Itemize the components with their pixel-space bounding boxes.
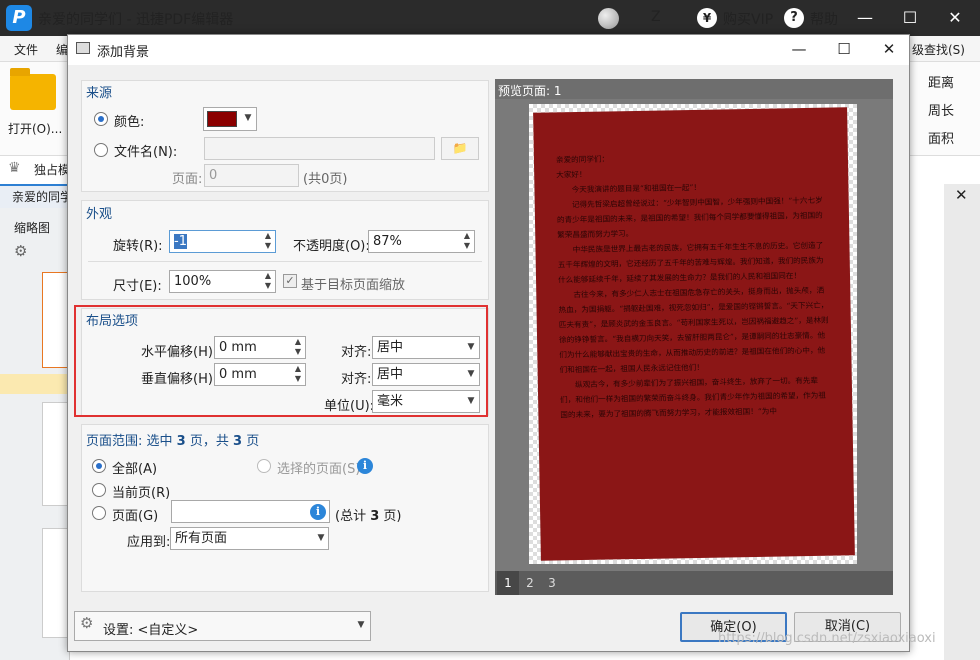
menu-file[interactable]: 文件: [14, 41, 38, 58]
preview-page-text: 亲爱的同学们： 大家好！ 今天我演讲的题目是“和祖国在一起”！ 记得先哲梁启超曾…: [556, 148, 831, 423]
file-name-label: 文件名(N):: [114, 145, 178, 160]
panel-close-icon[interactable]: ✕: [955, 186, 968, 204]
apply-to-select[interactable]: 所有页面: [170, 527, 329, 550]
size-stepper[interactable]: ▲ ▼: [261, 271, 275, 292]
thumbnail-selection: [0, 374, 70, 394]
current-page-label: 当前页(R): [112, 486, 171, 501]
chevron-down-icon: ▼: [357, 620, 365, 630]
file-name-field[interactable]: [204, 137, 435, 160]
help-icon[interactable]: ?: [784, 8, 804, 28]
opacity-field[interactable]: 87%: [368, 230, 475, 253]
rotation-label: 旋转(R):: [113, 239, 163, 254]
crown-icon: ♛: [8, 160, 21, 176]
dialog-close-icon[interactable]: ✕: [876, 37, 902, 61]
help-link[interactable]: 帮助: [810, 9, 838, 29]
page-list-total: (总计 3 页): [335, 509, 402, 524]
user-name[interactable]: Z: [651, 9, 661, 25]
rotation-stepper[interactable]: ▲ ▼: [261, 231, 275, 252]
opacity-label: 不透明度(O):: [293, 239, 370, 254]
dialog-title-bar: [68, 35, 909, 65]
minimize-icon[interactable]: —: [853, 6, 877, 30]
document-tab-label: 亲爱的同学: [12, 190, 73, 204]
area-tool[interactable]: 面积: [928, 128, 954, 147]
preview-title: 预览页面: 1: [498, 84, 562, 98]
dialog-minimize-icon[interactable]: —: [786, 37, 812, 61]
preview-paragraph: 记得先哲梁启超曾经说过：“少年智则中国智，少年强则中国强！”十六七岁的青少年是祖…: [556, 195, 823, 240]
size-label: 尺寸(E):: [113, 279, 162, 294]
close-icon[interactable]: ✕: [943, 6, 967, 30]
open-button[interactable]: 打开(O)...: [8, 120, 62, 137]
perimeter-tool[interactable]: 周长: [928, 100, 954, 119]
dialog-icon: [76, 42, 90, 54]
info-icon[interactable]: i: [310, 504, 326, 520]
exclusive-mode-label[interactable]: 独占模: [34, 161, 70, 178]
maximize-icon[interactable]: ☐: [898, 6, 922, 30]
opacity-stepper[interactable]: ▲ ▼: [460, 231, 474, 252]
source-page-field[interactable]: 0: [204, 164, 299, 187]
thumbnail-title: 缩略图: [14, 221, 51, 235]
gear-icon[interactable]: ⚙: [14, 242, 27, 260]
apply-to-label: 应用到:: [127, 535, 171, 550]
info-icon[interactable]: i: [357, 458, 373, 474]
scale-checkbox[interactable]: ✓: [283, 274, 297, 288]
preview-page-2-button[interactable]: 2: [519, 571, 541, 595]
browse-folder-icon[interactable]: 📁: [441, 137, 479, 160]
page-label: 页面:: [172, 172, 203, 187]
chevron-down-icon: ▼: [244, 113, 252, 123]
thumbnail-page-3[interactable]: [42, 528, 70, 638]
preview-page: 亲爱的同学们： 大家好！ 今天我演讲的题目是“和祖国在一起”！ 记得先哲梁启超曾…: [533, 107, 855, 561]
thumbnail-page-2[interactable]: [42, 402, 70, 506]
settings-value: 设置: <自定义>: [103, 623, 199, 638]
folder-icon[interactable]: [10, 68, 56, 110]
gear-icon: ⚙: [80, 614, 94, 632]
selected-pages-radio[interactable]: [257, 459, 271, 473]
theme-moon-icon[interactable]: [598, 8, 619, 29]
buy-vip-link[interactable]: 购买VIP: [723, 9, 773, 29]
page-list-radio[interactable]: [92, 506, 106, 520]
page-list-field[interactable]: [171, 500, 330, 523]
preview-page-1-button[interactable]: 1: [497, 571, 519, 595]
size-field[interactable]: 100%: [169, 270, 276, 293]
advanced-find-button[interactable]: 级查找(S): [912, 41, 965, 58]
watermark-url: https://blog.csdn.net/zsxiaoxiaoxi: [718, 631, 936, 646]
all-pages-label: 全部(A): [112, 462, 158, 477]
preview-page-3-button[interactable]: 3: [541, 571, 563, 595]
all-pages-radio[interactable]: [92, 459, 106, 473]
app-title: 亲爱的同学们 - 迅捷PDF编辑器: [38, 12, 234, 28]
page-range-title: 页面范围: 选中 3 页，共 3 页: [86, 434, 260, 449]
preview-paragraph: 纵观古今，有多少前辈们为了振兴祖国，奋斗终生，放弃了一切。有先辈们，和他们一样为…: [560, 375, 826, 420]
dialog-title: 添加背景: [97, 45, 150, 60]
appearance-title: 外观: [86, 207, 113, 222]
vip-icon[interactable]: ¥: [697, 8, 717, 28]
current-page-radio[interactable]: [92, 483, 106, 497]
right-panel: [944, 184, 980, 660]
selected-pages-label: 选择的页面(S): [277, 462, 361, 477]
rotation-value: -1: [174, 234, 187, 249]
thumbnail-page-1[interactable]: [42, 272, 70, 368]
distance-tool[interactable]: 距离: [928, 72, 954, 91]
source-title: 来源: [86, 86, 113, 101]
color-label: 颜色:: [114, 115, 145, 130]
preview-paragraph: 中华民族是世界上最古老的民族，它拥有五千年生生不息的历史。它创造了五千年辉煌的文…: [557, 240, 824, 285]
scale-label: 基于目标页面缩放: [301, 278, 406, 293]
app-logo-icon: P: [6, 5, 32, 31]
page-list-label: 页面(G): [112, 509, 159, 524]
color-swatch: [207, 111, 237, 127]
source-page-total: (共0页): [303, 172, 348, 187]
color-radio[interactable]: [94, 112, 108, 126]
rotation-field[interactable]: -1: [169, 230, 276, 253]
file-radio[interactable]: [94, 143, 108, 157]
chevron-down-icon: ▼: [317, 533, 325, 543]
preview-paragraph: 古往今来，有多少仁人志士在祖国危急存亡的关头，挺身而出，抛头颅，洒热血，为国捐躯…: [558, 285, 829, 375]
divider: [88, 261, 482, 262]
dialog-maximize-icon[interactable]: ☐: [831, 37, 857, 61]
layout-highlight-box: [74, 305, 488, 417]
